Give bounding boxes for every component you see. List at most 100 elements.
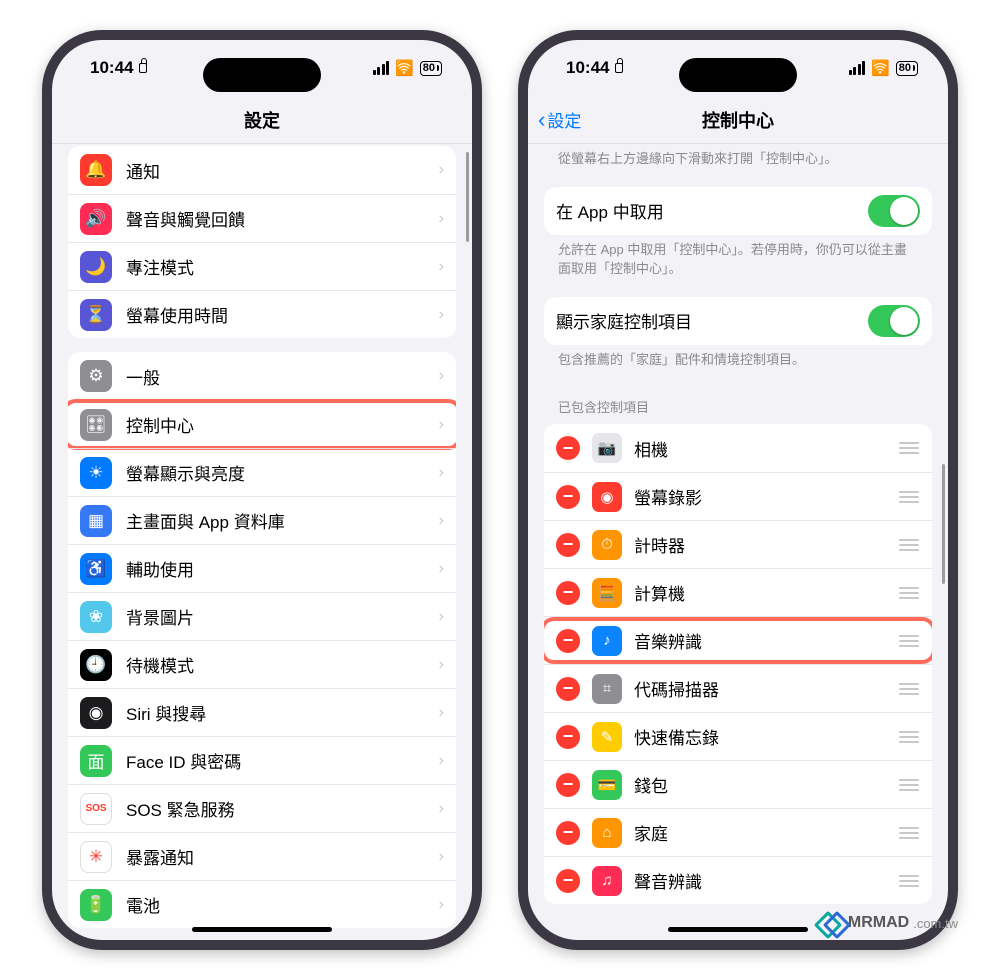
settings-row-brightness[interactable]: ☀螢幕顯示與亮度› — [68, 448, 456, 496]
control-item-row[interactable]: −♪音樂辨識 — [544, 616, 932, 664]
row-label: 控制中心 — [126, 412, 439, 437]
toggle-footer: 允許在 App 中取用「控制中心」。若停用時，你仍可以從主畫面取用「控制中心」。 — [544, 235, 932, 283]
chevron-right-icon: › — [439, 656, 444, 674]
sound-recognition-icon: ♫ — [592, 866, 622, 896]
settings-row-exposure[interactable]: ✳暴露通知› — [68, 832, 456, 880]
drag-handle-icon[interactable] — [898, 731, 920, 743]
control-item-row[interactable]: −📷相機 — [544, 424, 932, 472]
gear-icon: ⚙ — [80, 360, 112, 392]
settings-row-accessibility[interactable]: ♿輔助使用› — [68, 544, 456, 592]
navbar: 設定 — [52, 96, 472, 144]
drag-handle-icon[interactable] — [898, 779, 920, 791]
remove-button[interactable]: − — [556, 869, 580, 893]
chevron-left-icon: ‹ — [538, 109, 545, 131]
remove-button[interactable]: − — [556, 581, 580, 605]
row-label: 聲音與觸覺回饋 — [126, 206, 439, 231]
settings-row-standby[interactable]: 🕘待機模式› — [68, 640, 456, 688]
hourglass-icon: ⏳ — [80, 299, 112, 331]
home-indicator[interactable] — [192, 927, 332, 932]
moon-icon: 🌙 — [80, 251, 112, 283]
battery-icon: 🔋 — [80, 889, 112, 921]
settings-row-battery[interactable]: 🔋電池› — [68, 880, 456, 928]
quicknote-icon: ✎ — [592, 722, 622, 752]
remove-button[interactable]: − — [556, 677, 580, 701]
toggle-footer: 包含推薦的「家庭」配件和情境控制項目。 — [544, 345, 932, 374]
chevron-right-icon: › — [439, 560, 444, 578]
siri-icon: ◉ — [80, 697, 112, 729]
control-item-row[interactable]: −⏱計時器 — [544, 520, 932, 568]
settings-row-homescreen[interactable]: ▦主畫面與 App 資料庫› — [68, 496, 456, 544]
brightness-icon: ☀ — [80, 457, 112, 489]
control-item-row[interactable]: −✎快速備忘錄 — [544, 712, 932, 760]
remove-button[interactable]: − — [556, 485, 580, 509]
settings-row-moon[interactable]: 🌙專注模式› — [68, 242, 456, 290]
exposure-icon: ✳ — [80, 841, 112, 873]
drag-handle-icon[interactable] — [898, 635, 920, 647]
settings-row-control-center[interactable]: 🎛控制中心› — [68, 400, 456, 448]
chevron-right-icon: › — [439, 704, 444, 722]
status-time: 10:44 — [566, 58, 609, 78]
chevron-right-icon: › — [439, 896, 444, 914]
settings-row-siri[interactable]: ◉ Siri 與搜尋› — [68, 688, 456, 736]
item-label: 音樂辨識 — [634, 628, 898, 653]
wifi-icon: 🛜 — [395, 59, 414, 77]
drag-handle-icon[interactable] — [898, 587, 920, 599]
home-indicator[interactable] — [668, 927, 808, 932]
cellular-icon — [373, 61, 390, 75]
drag-handle-icon[interactable] — [898, 539, 920, 551]
drag-handle-icon[interactable] — [898, 683, 920, 695]
section-header: 已包含控制項目 — [544, 391, 932, 422]
row-label: 背景圖片 — [126, 604, 439, 629]
remove-button[interactable]: − — [556, 725, 580, 749]
chevron-right-icon: › — [439, 210, 444, 228]
home-icon: ⌂ — [592, 818, 622, 848]
scrollbar[interactable] — [942, 464, 945, 584]
chevron-right-icon: › — [439, 608, 444, 626]
toggle-switch[interactable] — [868, 305, 920, 337]
chevron-right-icon: › — [439, 161, 444, 179]
control-item-row[interactable]: −🧮計算機 — [544, 568, 932, 616]
toggle-label: 在 App 中取用 — [556, 198, 868, 223]
toggle-row-app-access[interactable]: 在 App 中取用 — [544, 187, 932, 235]
toggle-switch[interactable] — [868, 195, 920, 227]
settings-row-gear[interactable]: ⚙一般› — [68, 352, 456, 400]
accessibility-icon: ♿ — [80, 553, 112, 585]
chevron-right-icon: › — [439, 306, 444, 324]
scrollbar[interactable] — [466, 152, 469, 242]
remove-button[interactable]: − — [556, 436, 580, 460]
settings-row-bell[interactable]: 🔔通知› — [68, 146, 456, 194]
settings-row-wallpaper[interactable]: ❀背景圖片› — [68, 592, 456, 640]
remove-button[interactable]: − — [556, 773, 580, 797]
remove-button[interactable]: − — [556, 821, 580, 845]
drag-handle-icon[interactable] — [898, 442, 920, 454]
remove-button[interactable]: − — [556, 533, 580, 557]
drag-handle-icon[interactable] — [898, 827, 920, 839]
row-label: 螢幕顯示與亮度 — [126, 460, 439, 485]
settings-row-sos[interactable]: SOSSOS 緊急服務› — [68, 784, 456, 832]
chevron-right-icon: › — [439, 800, 444, 818]
item-label: 計時器 — [634, 532, 898, 557]
row-label: 主畫面與 App 資料庫 — [126, 508, 439, 533]
control-item-row[interactable]: −♫聲音辨識 — [544, 856, 932, 904]
control-item-row[interactable]: −⌂家庭 — [544, 808, 932, 856]
lock-icon — [615, 63, 623, 73]
settings-row-faceid[interactable]: ⾯Face ID 與密碼› — [68, 736, 456, 784]
row-label: Siri 與搜尋 — [126, 700, 439, 725]
settings-row-sound[interactable]: 🔊 聲音與觸覺回饋› — [68, 194, 456, 242]
chevron-right-icon: › — [439, 367, 444, 385]
bell-icon: 🔔 — [80, 154, 112, 186]
remove-button[interactable]: − — [556, 629, 580, 653]
control-item-row[interactable]: −◉螢幕錄影 — [544, 472, 932, 520]
drag-handle-icon[interactable] — [898, 491, 920, 503]
watermark-suffix: .com.tw — [913, 916, 958, 931]
settings-row-hourglass[interactable]: ⏳螢幕使用時間› — [68, 290, 456, 338]
dynamic-island — [203, 58, 321, 92]
row-label: 專注模式 — [126, 254, 439, 279]
back-button[interactable]: ‹ 設定 — [538, 107, 581, 132]
sound-icon: 🔊 — [80, 203, 112, 235]
control-item-row[interactable]: −💳錢包 — [544, 760, 932, 808]
toggle-row-home-controls[interactable]: 顯示家庭控制項目 — [544, 297, 932, 345]
drag-handle-icon[interactable] — [898, 875, 920, 887]
control-item-row[interactable]: −⌗代碼掃描器 — [544, 664, 932, 712]
cellular-icon — [849, 61, 866, 75]
